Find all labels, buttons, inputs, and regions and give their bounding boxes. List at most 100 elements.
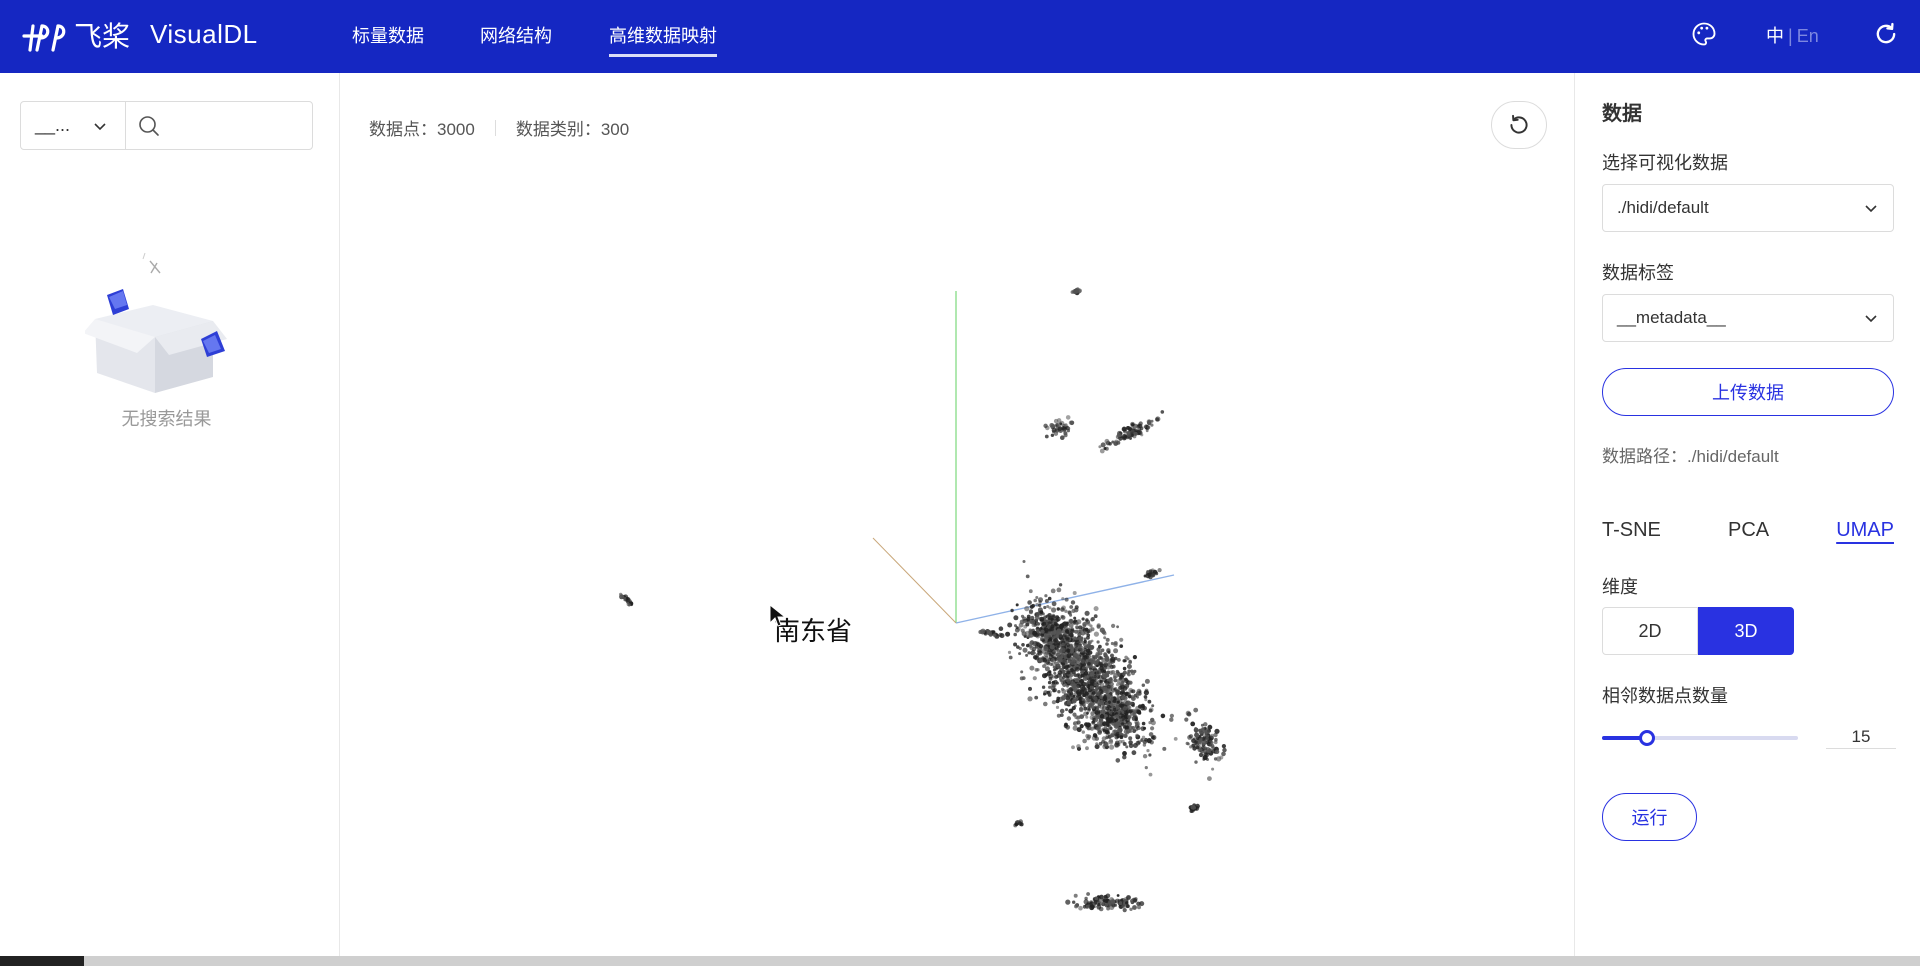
data-point <box>1065 696 1071 701</box>
nav-high-dimensional[interactable]: 高维数据映射 <box>609 22 717 57</box>
section-title: 数据 <box>1602 103 1642 125</box>
data-point <box>1150 423 1154 427</box>
tab-pca[interactable]: PCA <box>1728 519 1769 542</box>
data-point <box>1097 702 1101 706</box>
nav-scalar[interactable]: 标量数据 <box>352 22 424 48</box>
refresh-icon[interactable] <box>1872 20 1900 48</box>
top-header: 飞桨 VisualDL 标量数据 网络结构 高维数据映射 中 | En <box>0 0 1920 73</box>
data-point <box>1085 655 1090 660</box>
neighbors-label: 相邻数据点数量 <box>1602 686 1728 706</box>
data-point <box>1038 644 1044 649</box>
reset-view-button[interactable] <box>1491 101 1547 149</box>
data-point <box>1061 597 1065 601</box>
run-button[interactable]: 运行 <box>1602 793 1697 841</box>
data-point <box>1113 708 1117 712</box>
data-point <box>1128 701 1133 706</box>
data-point <box>1026 643 1030 648</box>
data-point <box>1081 700 1085 704</box>
tab-tsne[interactable]: T-SNE <box>1602 519 1661 542</box>
lang-en[interactable]: En <box>1797 26 1819 46</box>
data-point <box>1026 617 1031 622</box>
data-point <box>1029 665 1035 671</box>
data-point <box>1056 664 1060 669</box>
data-point <box>1122 672 1126 676</box>
data-point <box>1121 426 1127 432</box>
data-point <box>1092 720 1095 724</box>
data-point <box>1148 732 1154 737</box>
neighbors-value[interactable]: 15 <box>1826 709 1896 749</box>
data-point <box>1149 740 1154 745</box>
data-point <box>1124 655 1128 660</box>
data-point <box>1065 637 1070 642</box>
data-point <box>1135 740 1141 746</box>
data-point <box>1096 671 1100 675</box>
data-point <box>1195 745 1200 750</box>
data-point <box>1160 410 1165 414</box>
nav-high-dimensional-label: 高维数据映射 <box>609 26 717 46</box>
data-point <box>1144 688 1149 693</box>
data-point <box>1008 655 1013 660</box>
data-point <box>1131 689 1136 694</box>
data-point <box>1116 432 1122 438</box>
data-point <box>1066 700 1072 705</box>
data-label-select[interactable]: __metadata__ <box>1602 294 1894 342</box>
vis-data-select[interactable]: ./hidi/default <box>1602 184 1894 232</box>
data-point <box>1144 678 1150 684</box>
data-point <box>1057 426 1063 432</box>
data-point <box>1067 610 1072 615</box>
data-point <box>1134 716 1139 721</box>
data-point <box>1071 745 1075 750</box>
dimension-3d-button[interactable]: 3D <box>1698 607 1794 655</box>
data-point <box>1079 689 1085 695</box>
dimension-2d-button[interactable]: 2D <box>1602 607 1698 655</box>
data-point <box>1132 655 1137 660</box>
z-axis-line <box>872 537 957 624</box>
data-point <box>1098 661 1103 666</box>
data-point <box>1091 705 1096 710</box>
data-point <box>1101 902 1106 907</box>
neighbors-slider-thumb[interactable] <box>1639 730 1655 746</box>
chevron-down-icon <box>1865 205 1877 213</box>
data-point <box>1041 623 1045 626</box>
data-point <box>1130 421 1135 427</box>
lang-zh[interactable]: 中 <box>1766 26 1784 46</box>
data-point <box>1017 821 1023 826</box>
palette-icon[interactable] <box>1690 20 1718 48</box>
nav-graph[interactable]: 网络结构 <box>480 22 552 48</box>
search-input[interactable] <box>168 116 298 135</box>
data-point <box>1054 652 1059 657</box>
data-point <box>1051 601 1057 607</box>
data-point <box>1111 440 1115 444</box>
data-point <box>1093 696 1098 701</box>
language-switch[interactable]: 中 | En <box>1766 22 1819 48</box>
data-point <box>1015 626 1019 630</box>
data-point <box>1105 690 1109 695</box>
search-label-select[interactable]: __... <box>21 102 126 149</box>
data-point <box>1103 652 1107 657</box>
data-point <box>1094 734 1098 738</box>
tab-umap[interactable]: UMAP <box>1836 519 1894 542</box>
data-point <box>1074 639 1080 645</box>
logo[interactable]: 飞桨 VisualDL <box>20 12 258 56</box>
neighbors-slider[interactable] <box>1602 730 1798 746</box>
data-point <box>1109 726 1113 731</box>
data-point <box>1068 632 1074 638</box>
data-point <box>1116 625 1119 629</box>
data-point <box>1105 730 1110 735</box>
upload-data-button[interactable]: 上传数据 <box>1602 368 1894 416</box>
data-point <box>1222 747 1227 753</box>
data-point <box>1135 733 1139 738</box>
data-point <box>1126 664 1132 669</box>
data-point <box>1084 896 1088 901</box>
data-point <box>1140 433 1144 437</box>
data-point <box>1127 672 1131 677</box>
data-point <box>1194 732 1200 738</box>
data-point <box>1081 730 1085 734</box>
data-point <box>1061 689 1067 694</box>
data-point <box>1195 803 1200 809</box>
scatter-3d-canvas[interactable] <box>341 163 1574 966</box>
data-point <box>1015 603 1019 607</box>
data-point <box>1050 615 1055 620</box>
data-point <box>1066 670 1071 675</box>
data-point <box>1066 690 1070 694</box>
